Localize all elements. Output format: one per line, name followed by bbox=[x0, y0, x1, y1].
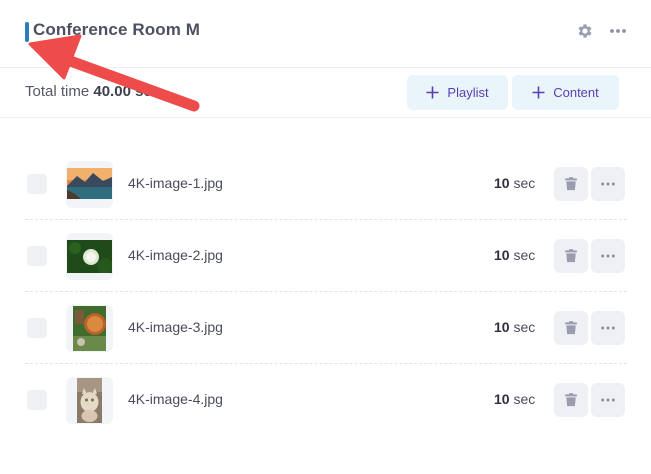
item-checkbox[interactable] bbox=[27, 246, 47, 266]
add-content-button[interactable]: Content bbox=[512, 75, 619, 110]
trash-icon bbox=[565, 393, 577, 407]
item-checkbox[interactable] bbox=[27, 174, 47, 194]
trash-icon bbox=[565, 249, 577, 263]
list-item[interactable]: 4K-image-4.jpg 10 sec bbox=[25, 364, 627, 436]
content-list: 4K-image-1.jpg 10 sec 4K-image-2.jpg 10 … bbox=[25, 148, 627, 436]
item-more-button[interactable] bbox=[591, 311, 625, 345]
hobbit-door-image bbox=[66, 305, 113, 352]
delete-button[interactable] bbox=[554, 311, 588, 345]
total-time-value: 40.00 sec bbox=[93, 83, 161, 100]
trash-icon bbox=[565, 177, 577, 191]
item-checkbox[interactable] bbox=[27, 318, 47, 338]
page-header: Conference Room M bbox=[0, 0, 651, 68]
list-item[interactable]: 4K-image-2.jpg 10 sec bbox=[25, 220, 627, 292]
delete-button[interactable] bbox=[554, 167, 588, 201]
plus-icon bbox=[532, 86, 545, 99]
list-item[interactable]: 4K-image-3.jpg 10 sec bbox=[25, 292, 627, 364]
plus-icon bbox=[426, 86, 439, 99]
list-item[interactable]: 4K-image-1.jpg 10 sec bbox=[25, 148, 627, 220]
gear-icon[interactable] bbox=[576, 22, 594, 40]
item-duration: 10 sec bbox=[494, 391, 536, 407]
add-playlist-button[interactable]: Playlist bbox=[407, 75, 508, 110]
mountain-lake-image bbox=[66, 161, 113, 208]
trash-icon bbox=[565, 321, 577, 335]
item-filename: 4K-image-4.jpg bbox=[128, 391, 223, 407]
page-title: Conference Room M bbox=[33, 20, 200, 39]
dandelion-image bbox=[66, 233, 113, 280]
add-content-label: Content bbox=[553, 85, 599, 100]
add-playlist-label: Playlist bbox=[447, 85, 489, 100]
item-duration: 10 sec bbox=[494, 247, 536, 263]
item-duration: 10 sec bbox=[494, 319, 536, 335]
item-more-button[interactable] bbox=[591, 239, 625, 273]
item-checkbox[interactable] bbox=[27, 390, 47, 410]
title-accent-bar bbox=[25, 22, 29, 42]
item-more-button[interactable] bbox=[591, 383, 625, 417]
more-icon bbox=[601, 326, 615, 330]
more-icon bbox=[601, 398, 615, 402]
total-time-label: Total time bbox=[25, 83, 90, 100]
item-filename: 4K-image-1.jpg bbox=[128, 175, 223, 191]
item-filename: 4K-image-2.jpg bbox=[128, 247, 223, 263]
more-icon bbox=[601, 254, 615, 258]
item-filename: 4K-image-3.jpg bbox=[128, 319, 223, 335]
more-icon bbox=[601, 182, 615, 186]
more-icon[interactable] bbox=[609, 22, 627, 40]
total-time: Total time 40.00 sec bbox=[25, 83, 160, 100]
item-more-button[interactable] bbox=[591, 167, 625, 201]
item-duration: 10 sec bbox=[494, 175, 536, 191]
playlist-toolbar: Total time 40.00 sec Playlist Content bbox=[0, 68, 651, 118]
cat-image bbox=[66, 377, 113, 424]
delete-button[interactable] bbox=[554, 239, 588, 273]
delete-button[interactable] bbox=[554, 383, 588, 417]
